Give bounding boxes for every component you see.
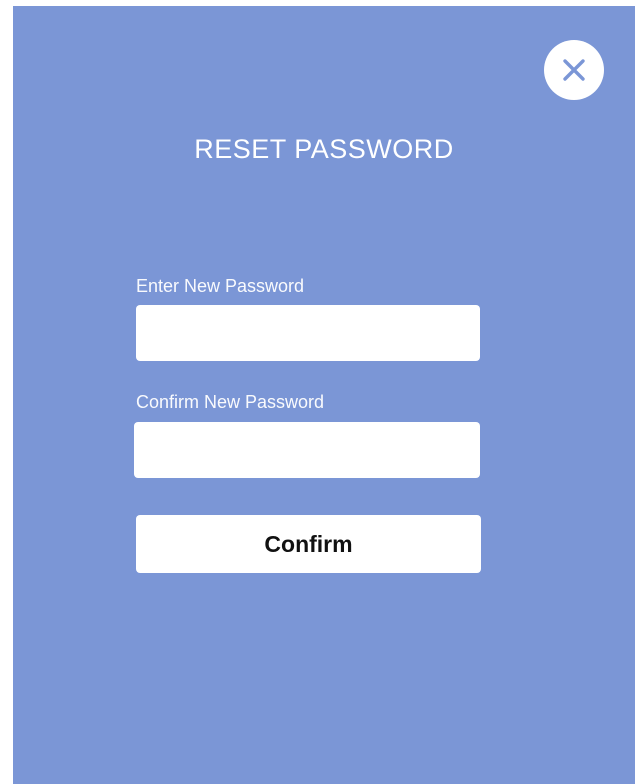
modal-title: RESET PASSWORD (194, 134, 454, 164)
new-password-label: Enter New Password (136, 276, 305, 296)
close-icon (562, 58, 586, 82)
new-password-input[interactable] (136, 305, 480, 361)
confirm-password-input[interactable] (134, 422, 480, 478)
confirm-button[interactable]: Confirm (136, 515, 481, 573)
reset-password-modal: RESET PASSWORD Enter New Password Confir… (13, 6, 635, 784)
confirm-password-label: Confirm New Password (136, 392, 325, 412)
close-button[interactable] (544, 40, 604, 100)
